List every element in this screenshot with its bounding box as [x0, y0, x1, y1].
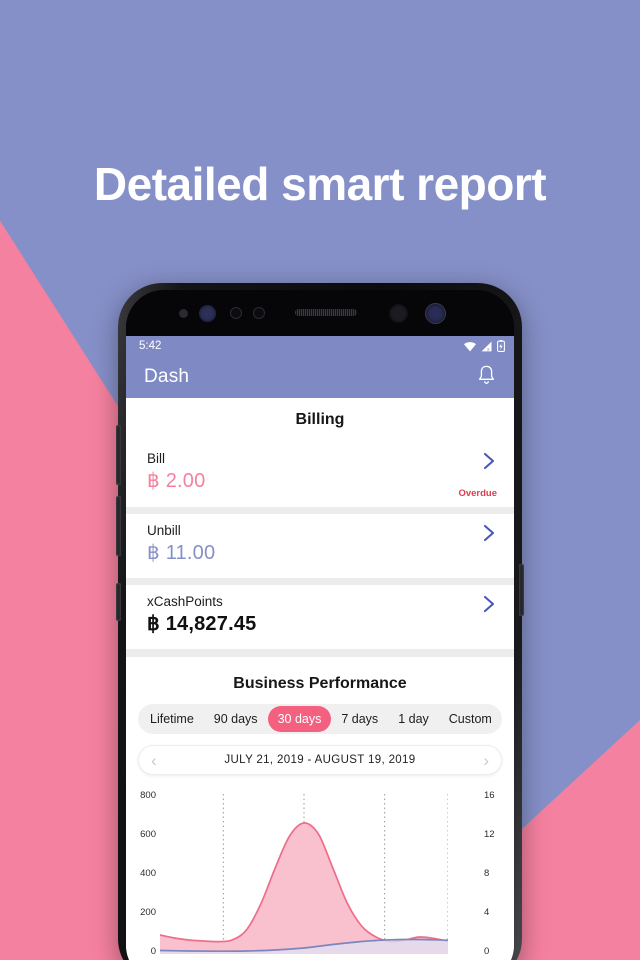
phone-mockup: 5:42 x Dash Billing Bill ฿ 2.00 Overdue …: [116, 283, 524, 960]
billing-section: Billing: [126, 398, 514, 442]
card-amount: ฿ 2.00: [147, 470, 206, 492]
status-badge: Overdue: [458, 488, 497, 499]
chevron-right-icon[interactable]: [481, 523, 497, 543]
left-axis-tick: 400: [140, 868, 156, 879]
performance-chart: 800 600 400 200 0 16 12 8 4 0: [126, 785, 514, 960]
left-axis-tick: 600: [140, 829, 156, 840]
app-title: Dash: [144, 366, 190, 387]
cellular-signal-icon: x: [481, 341, 492, 352]
card-label: Unbill: [147, 523, 181, 538]
chevron-right-icon[interactable]: ›: [483, 752, 489, 769]
billing-card-xcashpoints[interactable]: xCashPoints ฿ 14,827.45: [126, 585, 514, 649]
left-axis-tick: 200: [140, 907, 156, 918]
chevron-right-icon[interactable]: [481, 451, 497, 471]
business-performance-section: Business Performance Lifetime 90 days 30…: [126, 657, 514, 960]
status-bar: 5:42 x: [126, 336, 514, 356]
ir-emitter-icon: [253, 307, 265, 319]
right-axis-tick: 8: [484, 868, 490, 879]
volume-down-button[interactable]: [116, 496, 121, 556]
front-camera-icon: [426, 304, 445, 323]
proximity-sensor-icon: [179, 309, 188, 318]
right-axis-tick: 16: [484, 790, 495, 801]
iris-scanner-icon: [199, 305, 216, 322]
status-bar-icons: x: [463, 340, 505, 352]
app-bar: Dash: [126, 356, 514, 398]
billing-card-bill[interactable]: Bill ฿ 2.00 Overdue: [126, 442, 514, 507]
date-range-label: JULY 21, 2019 - AUGUST 19, 2019: [224, 754, 416, 766]
range-chip-group: Lifetime 90 days 30 days 7 days 1 day Cu…: [138, 704, 502, 734]
battery-icon: [497, 340, 505, 352]
chevron-right-icon[interactable]: [481, 594, 497, 614]
assistant-button[interactable]: [116, 583, 121, 621]
card-amount: ฿ 14,827.45: [147, 613, 257, 635]
chevron-left-icon[interactable]: ‹: [151, 752, 157, 769]
power-button[interactable]: [519, 564, 524, 616]
bell-icon[interactable]: [476, 364, 497, 391]
billing-title: Billing: [295, 411, 345, 428]
right-axis-tick: 12: [484, 829, 495, 840]
chip-7-days[interactable]: 7 days: [331, 706, 388, 732]
left-axis-tick: 0: [150, 946, 156, 957]
light-sensor-icon: [230, 307, 242, 319]
page-title: Detailed smart report: [93, 158, 547, 210]
wifi-icon: [464, 341, 476, 351]
right-axis-tick: 0: [484, 946, 490, 957]
date-range-selector: ‹ JULY 21, 2019 - AUGUST 19, 2019 ›: [138, 745, 502, 775]
volume-up-button[interactable]: [116, 425, 121, 485]
app-screen: 5:42 x Dash Billing Bill ฿ 2.00 Overdue …: [126, 336, 514, 960]
chip-custom[interactable]: Custom: [439, 706, 502, 732]
chip-90-days[interactable]: 90 days: [204, 706, 268, 732]
status-bar-time: 5:42: [139, 340, 162, 352]
card-label: Bill: [147, 451, 166, 466]
left-axis-tick: 800: [140, 790, 156, 801]
performance-title: Business Performance: [233, 675, 407, 692]
chart-plot-area: [160, 794, 448, 954]
card-amount: ฿ 11.00: [147, 542, 216, 564]
phone-top-bezel: [126, 290, 514, 336]
chip-30-days[interactable]: 30 days: [267, 706, 332, 732]
chip-1-day[interactable]: 1 day: [388, 706, 439, 732]
billing-card-list: Bill ฿ 2.00 Overdue Unbill ฿ 11.00 xCash…: [126, 442, 514, 657]
billing-card-unbill[interactable]: Unbill ฿ 11.00: [126, 514, 514, 578]
phone-screen-frame: 5:42 x Dash Billing Bill ฿ 2.00 Overdue …: [126, 290, 514, 960]
front-flash-icon: [389, 304, 408, 323]
chip-lifetime[interactable]: Lifetime: [140, 706, 204, 732]
right-axis-tick: 4: [484, 907, 490, 918]
card-label: xCashPoints: [147, 594, 223, 609]
earpiece-speaker: [295, 309, 357, 316]
